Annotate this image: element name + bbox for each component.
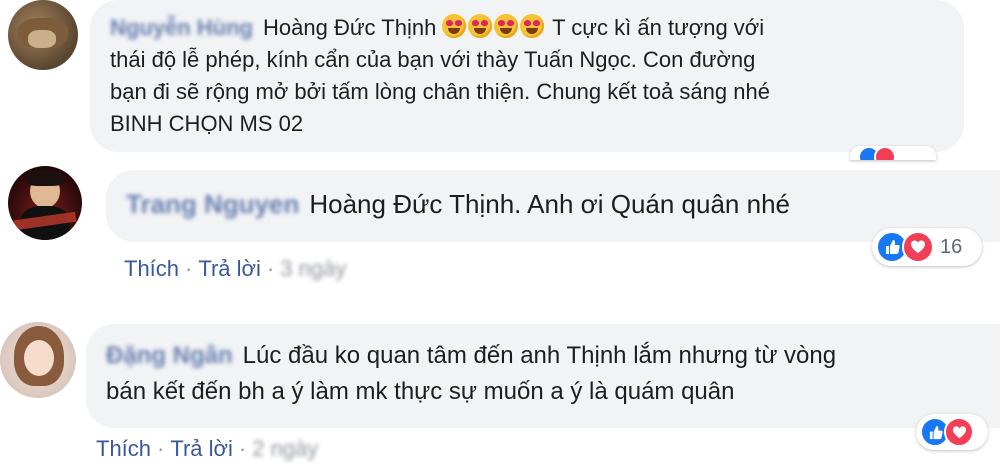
comment-text-line1: Hoàng Đức Thịnh. Anh ơi Quán quân nhé — [309, 189, 790, 219]
comment-actions: Thích · Trả lời · 3 ngày — [124, 256, 347, 281]
reactions-count: 16 — [940, 235, 963, 258]
comment-author[interactable]: Đặng Ngân — [106, 342, 233, 369]
love-icon — [944, 417, 974, 447]
tagged-name[interactable]: Hoàng Đức Thịnh — [263, 15, 436, 40]
reactions-badge[interactable] — [850, 146, 936, 160]
reply-link[interactable]: Trả lời — [170, 436, 233, 461]
comment-text: Trang Nguyen Hoàng Đức Thịnh. Anh ơi Quán… — [126, 188, 980, 220]
timestamp[interactable]: 2 ngày — [252, 436, 318, 461]
love-icon — [874, 146, 896, 160]
timestamp[interactable]: 3 ngày — [280, 256, 346, 281]
comment-text: Nguyễn Hùng Hoàng Đức Thịnh T cực kì ấn t… — [110, 12, 944, 140]
reactions-badge[interactable] — [916, 414, 988, 450]
comment-text: Đặng Ngân Lúc đầu ko quan tâm đến anh Thị… — [106, 338, 980, 410]
reactions-badge[interactable]: 16 — [872, 228, 983, 266]
comment-text-line1: T cực kì ấn tượng với — [552, 15, 765, 40]
comment-text-line1: Lúc đầu ko quan tâm đến anh Thịnh lắm nh… — [242, 342, 837, 369]
comment-bubble: Đặng Ngân Lúc đầu ko quan tâm đến anh Thị… — [86, 324, 1000, 428]
reply-link[interactable]: Trả lời — [198, 256, 261, 281]
comment-author[interactable]: Trang Nguyen — [126, 189, 299, 219]
heart-eyes-icon — [442, 14, 552, 40]
like-link[interactable]: Thích — [124, 256, 179, 281]
comment-bubble: Nguyễn Hùng Hoàng Đức Thịnh T cực kì ấn t… — [90, 0, 964, 152]
comment-text-line2: bán kết đến bh a ý làm mk thực sự muốn a… — [106, 378, 735, 405]
comment-text-line2: thái độ lễ phép, kính cẩn của bạn với th… — [110, 47, 756, 72]
love-icon — [902, 231, 934, 263]
avatar[interactable] — [0, 322, 76, 398]
comment-text-line3: bạn đi sẽ rộng mở bởi tấm lòng chân thiệ… — [110, 79, 770, 104]
comment-text-line4: BINH CHỌN MS 02 — [110, 111, 304, 136]
avatar[interactable] — [8, 0, 78, 70]
like-link[interactable]: Thích — [96, 436, 151, 461]
comment-actions: Thích · Trả lời · 2 ngày — [96, 436, 319, 461]
avatar[interactable] — [8, 166, 82, 240]
comment-bubble: Trang Nguyen Hoàng Đức Thịnh. Anh ơi Quán… — [106, 170, 1000, 242]
comment-author[interactable]: Nguyễn Hùng — [110, 15, 253, 40]
